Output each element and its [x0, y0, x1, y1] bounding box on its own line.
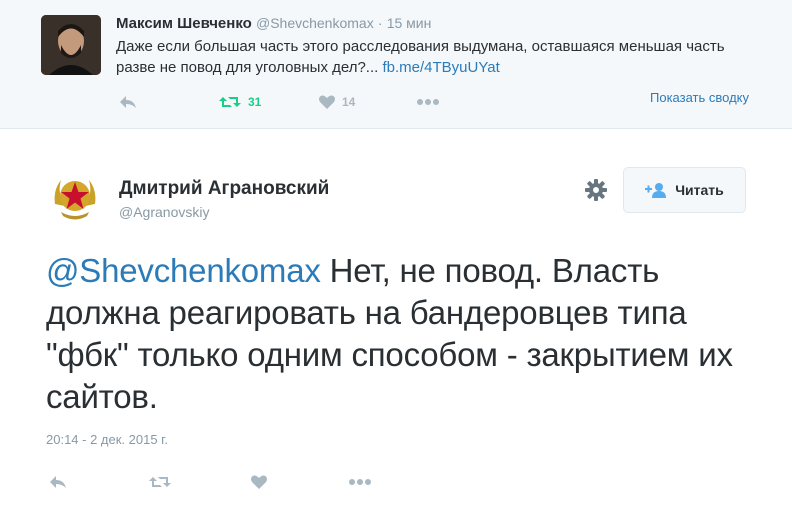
retweet-icon — [219, 97, 241, 107]
retweet-icon — [149, 477, 171, 487]
like-icon — [251, 475, 267, 489]
like-icon — [319, 95, 335, 109]
parent-tweet[interactable]: Максим Шевченко @Shevchenkomax · 15 мин … — [0, 0, 792, 129]
parent-tweet-header: Максим Шевченко @Shevchenkomax · 15 мин — [116, 13, 431, 34]
author-handle[interactable]: @Agranovskiy — [119, 204, 209, 220]
more-icon — [417, 99, 439, 105]
retweet-button[interactable] — [148, 474, 172, 490]
more-icon — [349, 479, 371, 485]
retweet-button[interactable]: 31 — [218, 94, 261, 110]
mention-link[interactable]: @Shevchenkomax — [46, 252, 321, 289]
tweet-text: Даже если большая часть этого расследова… — [116, 36, 756, 78]
user-actions-button[interactable] — [584, 178, 608, 202]
tweet-time[interactable]: 15 мин — [387, 15, 432, 31]
star-emblem-icon — [48, 171, 102, 225]
avatar[interactable] — [41, 15, 101, 75]
follow-button[interactable]: Читать — [623, 167, 746, 213]
follow-user-icon — [645, 183, 667, 198]
author-handle[interactable]: @Shevchenkomax — [256, 15, 374, 31]
gear-icon — [585, 179, 607, 201]
separator: · — [377, 15, 383, 31]
author-name[interactable]: Максим Шевченко — [116, 15, 252, 32]
reply-button[interactable] — [118, 94, 138, 110]
reply-icon — [50, 476, 66, 488]
like-button[interactable]: 14 — [318, 94, 355, 110]
more-button[interactable] — [348, 478, 372, 486]
like-count: 14 — [342, 95, 356, 109]
author-name[interactable]: Дмитрий Аграновский — [119, 178, 329, 200]
more-button[interactable] — [416, 98, 440, 106]
tweet-text: @Shevchenkomax Нет, не повод. Власть дол… — [46, 250, 766, 418]
tweet-link[interactable]: fb.me/4TByuUYat — [382, 59, 499, 76]
avatar[interactable] — [47, 170, 103, 226]
show-summary-link[interactable]: Показать сводку — [650, 90, 749, 105]
tweet-timestamp[interactable]: 20:14 - 2 дек. 2015 г. — [46, 432, 168, 447]
follow-label: Читать — [675, 182, 724, 198]
reply-button[interactable] — [48, 474, 68, 490]
reply-icon — [120, 96, 136, 108]
retweet-count: 31 — [248, 95, 262, 109]
like-button[interactable] — [250, 474, 268, 490]
